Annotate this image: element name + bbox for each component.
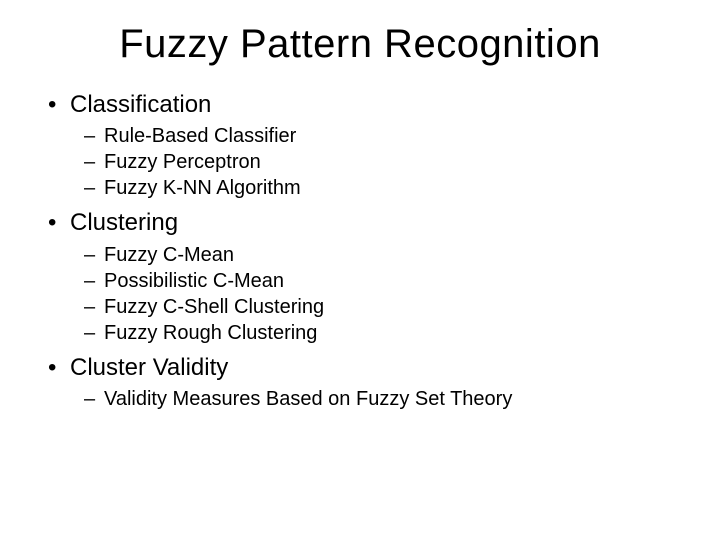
sub-item: Rule-Based Classifier bbox=[84, 123, 680, 149]
sub-item: Fuzzy C-Mean bbox=[84, 242, 680, 268]
sub-item-label: Fuzzy Perceptron bbox=[104, 151, 261, 173]
sub-list: Rule-Based Classifier Fuzzy Perceptron F… bbox=[48, 123, 680, 201]
bullet-label: Classification bbox=[48, 91, 211, 118]
sub-item: Validity Measures Based on Fuzzy Set The… bbox=[84, 386, 680, 412]
sub-list: Validity Measures Based on Fuzzy Set The… bbox=[48, 386, 680, 412]
sub-item-label: Validity Measures Based on Fuzzy Set The… bbox=[104, 388, 512, 410]
sub-item-label: Possibilistic C-Mean bbox=[104, 270, 284, 292]
sub-item-label: Rule-Based Classifier bbox=[104, 125, 296, 147]
sub-item: Fuzzy Perceptron bbox=[84, 149, 680, 175]
sub-item: Fuzzy C-Shell Clustering bbox=[84, 294, 680, 320]
bullet-label: Cluster Validity bbox=[48, 354, 228, 381]
sub-item: Possibilistic C-Mean bbox=[84, 268, 680, 294]
bullet-list: Classification Rule-Based Classifier Fuz… bbox=[40, 89, 680, 412]
sub-item: Fuzzy K-NN Algorithm bbox=[84, 175, 680, 201]
sub-item-label: Fuzzy C-Shell Clustering bbox=[104, 296, 324, 318]
sub-item-label: Fuzzy C-Mean bbox=[104, 244, 234, 266]
sub-item-label: Fuzzy K-NN Algorithm bbox=[104, 177, 301, 199]
list-item: Classification Rule-Based Classifier Fuz… bbox=[48, 89, 680, 201]
bullet-label: Clustering bbox=[48, 209, 178, 236]
sub-list: Fuzzy C-Mean Possibilistic C-Mean Fuzzy … bbox=[48, 242, 680, 346]
sub-item-label: Fuzzy Rough Clustering bbox=[104, 322, 317, 344]
slide: Fuzzy Pattern Recognition Classification… bbox=[0, 0, 720, 540]
list-item: Clustering Fuzzy C-Mean Possibilistic C-… bbox=[48, 207, 680, 345]
list-item: Cluster Validity Validity Measures Based… bbox=[48, 352, 680, 412]
sub-item: Fuzzy Rough Clustering bbox=[84, 320, 680, 346]
slide-title: Fuzzy Pattern Recognition bbox=[40, 22, 680, 67]
